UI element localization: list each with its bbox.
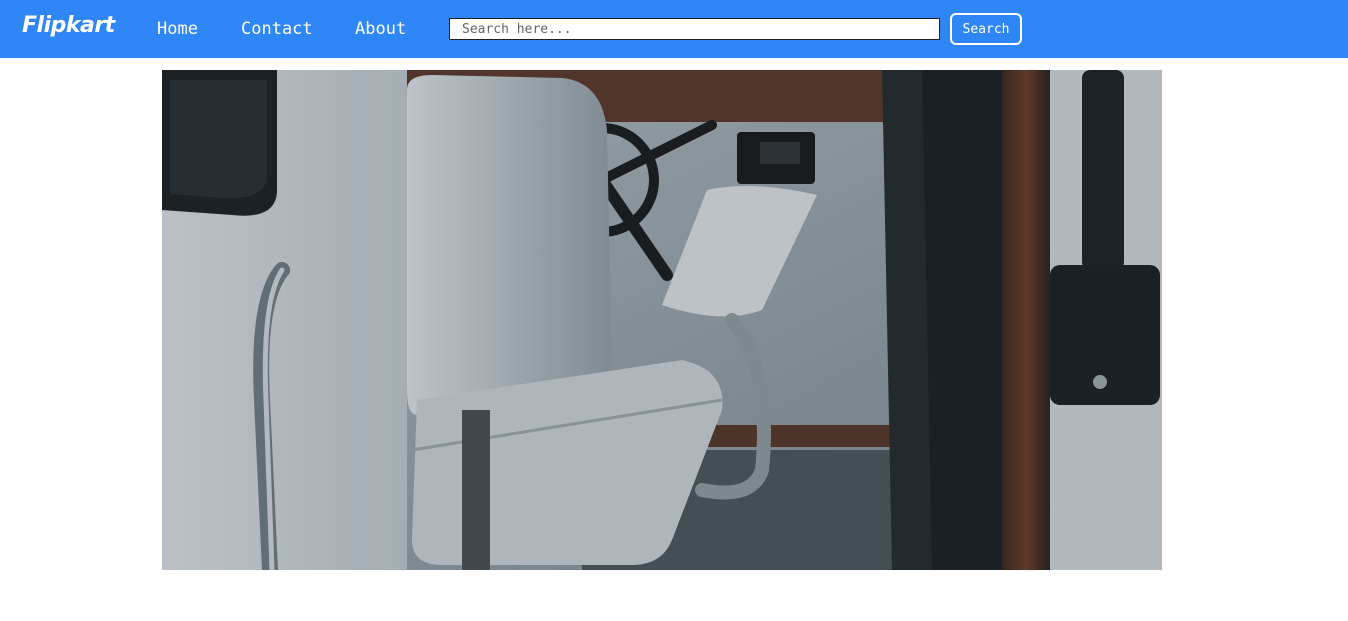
nav-link-about[interactable]: About: [355, 19, 406, 39]
hero-photo-illustration: [162, 70, 1162, 570]
hero-image: [162, 70, 1162, 570]
navbar: Flipkart Home Contact About Search: [0, 0, 1348, 58]
nav-link-home[interactable]: Home: [157, 19, 198, 39]
brand-logo[interactable]: Flipkart: [22, 13, 115, 38]
search-input[interactable]: [449, 18, 940, 40]
search-button[interactable]: Search: [950, 13, 1022, 45]
nav-link-contact[interactable]: Contact: [241, 19, 313, 39]
